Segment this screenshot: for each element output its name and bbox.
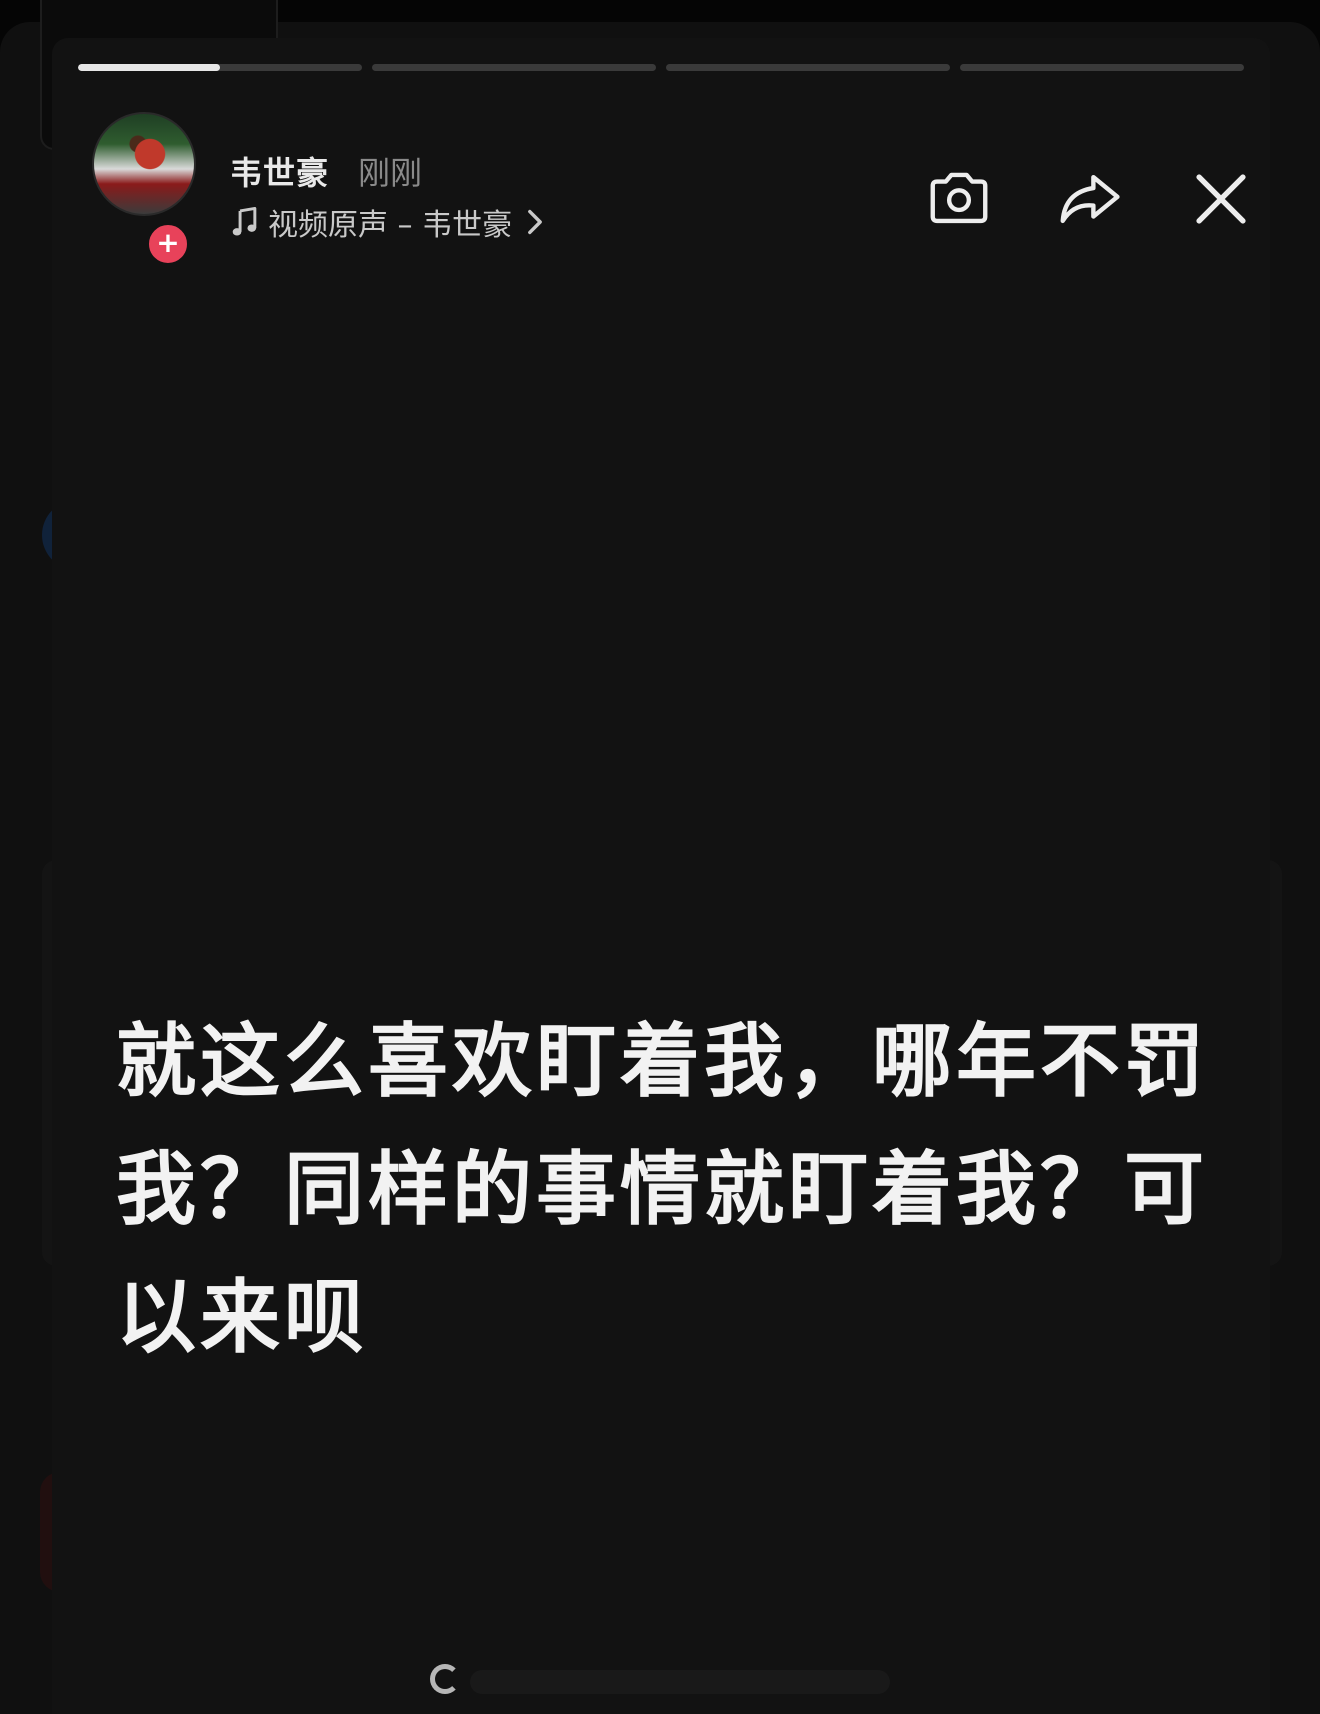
progress-segment-4: [960, 64, 1244, 71]
story-viewer[interactable]: + 韦世豪 刚刚 视频原声 – 韦世豪 就这么喜欢盯着我，哪年不罚我？同样的事情…: [52, 38, 1270, 1714]
progress-segment-3: [666, 64, 950, 71]
story-progress-bar: [78, 64, 1244, 71]
chevron-right-icon: [528, 209, 542, 235]
follow-button[interactable]: +: [146, 222, 190, 266]
close-icon: [1196, 174, 1246, 224]
author-avatar[interactable]: [92, 112, 196, 216]
blurred-bottom-text: [470, 1670, 890, 1694]
progress-segment-2: [372, 64, 656, 71]
progress-fill: [78, 64, 220, 71]
author-name[interactable]: 韦世豪: [230, 148, 329, 194]
story-caption: 就这么喜欢盯着我，哪年不罚我？同样的事情就盯着我？可以来呗: [116, 1015, 1208, 1364]
camera-icon: [930, 172, 988, 224]
camera-button[interactable]: [922, 162, 996, 236]
progress-segment-1: [78, 64, 362, 71]
close-button[interactable]: [1184, 162, 1258, 236]
post-time: 刚刚: [358, 154, 423, 192]
screen: + 韦世豪 刚刚 视频原声 – 韦世豪 就这么喜欢盯着我，哪年不罚我？同样的事情…: [0, 0, 1320, 1714]
loading-spinner-icon: [430, 1664, 460, 1694]
music-label: 视频原声 – 韦世豪: [268, 208, 513, 243]
share-arrow-icon: [1060, 174, 1120, 224]
share-button[interactable]: [1052, 162, 1126, 236]
music-note-icon: [232, 206, 257, 236]
music-link[interactable]: 视频原声 – 韦世豪: [230, 200, 544, 244]
story-header: + 韦世豪 刚刚 视频原声 – 韦世豪: [92, 112, 1246, 266]
